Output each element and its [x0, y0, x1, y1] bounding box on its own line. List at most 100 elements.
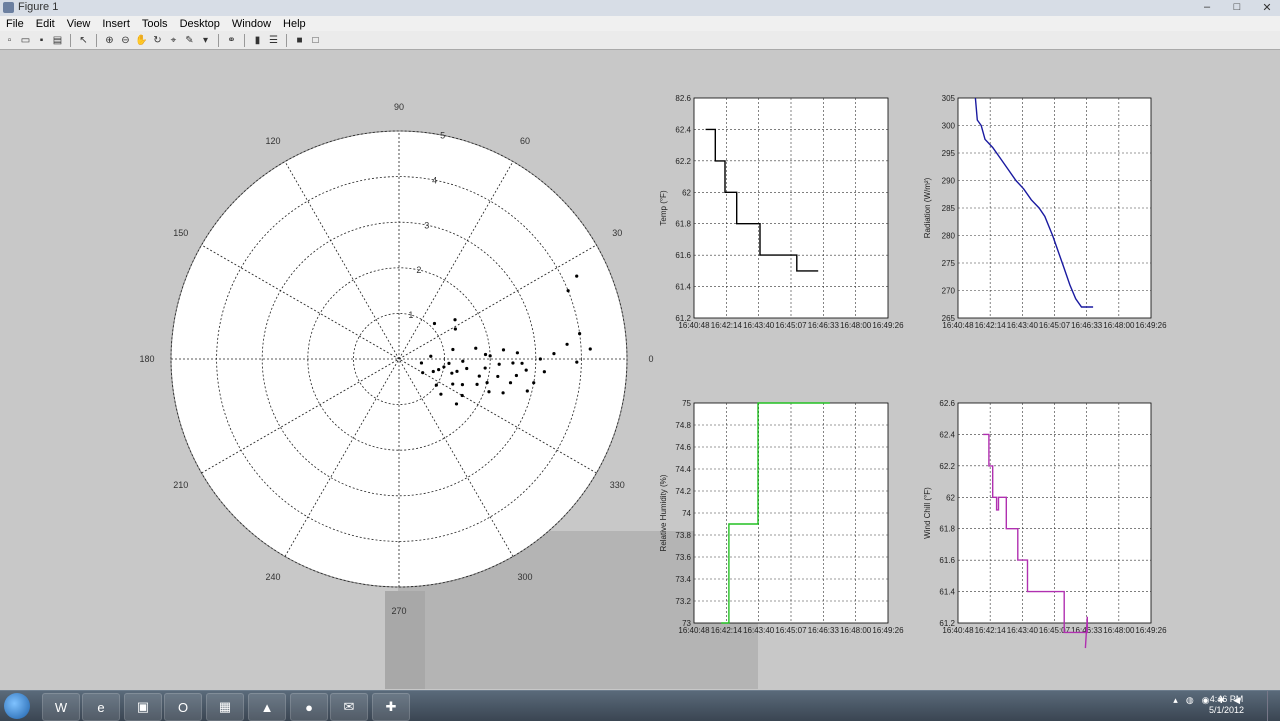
y-tick-label: 82.6 [675, 94, 691, 103]
window-titlebar[interactable]: Figure 1 – □ ✕ [0, 0, 1280, 17]
toolbar-separator [244, 33, 245, 47]
x-tick-label: 16:42:14 [711, 321, 743, 330]
x-tick-label: 16:49:26 [872, 321, 904, 330]
zoom-in-icon[interactable]: ⊕ [103, 34, 116, 47]
y-tick-label: 73.8 [675, 531, 691, 540]
data-point [542, 370, 546, 374]
y-tick-label: 62.6 [939, 399, 955, 408]
show-plot-tools-icon[interactable]: □ [309, 34, 322, 47]
data-point [451, 382, 455, 386]
taskbar-mail-icon[interactable]: ✉ [330, 693, 368, 721]
colorbar-icon[interactable]: ▮ [251, 34, 264, 47]
y-tick-label: 300 [942, 122, 956, 131]
data-point [474, 346, 478, 350]
x-tick-label: 16:42:14 [975, 626, 1007, 635]
polar-radial-label: 2 [416, 265, 421, 275]
data-point [532, 381, 536, 385]
close-button[interactable]: ✕ [1260, 1, 1274, 14]
taskbar-outlook-icon[interactable]: O [164, 693, 202, 721]
y-tick-label: 74.8 [675, 421, 691, 430]
taskbar-tools-icon[interactable]: ✚ [372, 693, 410, 721]
open-file-icon[interactable]: ▭ [19, 34, 32, 47]
data-point [475, 382, 479, 386]
menu-desktop[interactable]: Desktop [180, 18, 220, 30]
x-tick-label: 16:40:48 [678, 321, 710, 330]
clock-time: 4:46 PM [1209, 694, 1244, 704]
x-tick-label: 16:49:26 [1135, 626, 1167, 635]
menu-edit[interactable]: Edit [36, 18, 55, 30]
taskbar-matlab-icon[interactable]: ▲ [248, 693, 286, 721]
x-tick-label: 16:45:07 [775, 321, 807, 330]
menu-help[interactable]: Help [283, 18, 306, 30]
menu-view[interactable]: View [67, 18, 91, 30]
y-tick-label: 61.4 [675, 283, 691, 292]
print-icon[interactable]: ▤ [51, 34, 64, 47]
polar-angle-label: 330 [610, 480, 625, 490]
polar-radial-label: 5 [440, 130, 445, 140]
polar-radial-label: 1 [408, 310, 413, 320]
y-tick-label: 61.6 [939, 556, 955, 565]
brush-icon[interactable]: ✎ [183, 34, 196, 47]
taskbar-media-icon[interactable]: ● [290, 693, 328, 721]
y-tick-label: 61.8 [675, 220, 691, 229]
data-point [552, 351, 556, 356]
data-point [483, 366, 487, 370]
taskbar-image-viewer-icon[interactable]: ▦ [206, 693, 244, 721]
data-point [442, 365, 446, 369]
menu-file[interactable]: File [6, 18, 24, 30]
taskbar-ie-icon[interactable]: e [82, 693, 120, 721]
save-icon[interactable]: ▪ [35, 34, 48, 47]
menu-tools[interactable]: Tools [142, 18, 168, 30]
polar-angle-label: 150 [173, 228, 188, 238]
start-button[interactable] [4, 693, 30, 719]
toolbar-separator [96, 33, 97, 47]
zoom-out-icon[interactable]: ⊖ [119, 34, 132, 47]
y-tick-label: 270 [942, 287, 956, 296]
toolbar-separator [286, 33, 287, 47]
hide-plot-tools-icon[interactable]: ■ [293, 34, 306, 47]
menu-window[interactable]: Window [232, 18, 271, 30]
polar-angle-label: 270 [391, 606, 406, 616]
data-cursor-icon[interactable]: ⌖ [167, 34, 180, 47]
x-tick-label: 16:40:48 [942, 321, 974, 330]
x-tick-label: 16:46:33 [808, 321, 840, 330]
data-point [451, 347, 455, 352]
edit-plot-arrow-icon[interactable]: ↖ [77, 34, 90, 47]
show-desktop-button[interactable] [1267, 691, 1280, 721]
taskbar-explorer-icon[interactable]: ▣ [124, 693, 162, 721]
network-icon[interactable]: ◍ [1186, 695, 1194, 706]
maximize-button[interactable]: □ [1230, 1, 1244, 14]
data-point [460, 393, 464, 398]
x-tick-label: 16:45:07 [1039, 626, 1071, 635]
y-tick-label: 62 [682, 188, 691, 197]
x-tick-label: 16:45:07 [1039, 321, 1071, 330]
data-point [419, 361, 424, 365]
menu-insert[interactable]: Insert [102, 18, 130, 30]
x-tick-label: 16:43:40 [743, 626, 775, 635]
rotate-3d-icon[interactable]: ↻ [151, 34, 164, 47]
data-point [520, 361, 524, 365]
legend-icon[interactable]: ☰ [267, 34, 280, 47]
x-tick-label: 16:43:40 [1007, 321, 1039, 330]
system-clock[interactable]: 4:46 PM 5/1/2012 [1209, 694, 1244, 716]
new-figure-icon[interactable]: ▫ [3, 34, 16, 47]
polar-angle-label: 30 [612, 228, 622, 238]
data-point [429, 354, 433, 358]
temp-subplot: 82.662.462.26261.861.661.461.216:40:48 16… [659, 94, 904, 330]
x-tick-label: 16:40:48 [942, 626, 974, 635]
y-tick-label: 62 [946, 493, 955, 502]
brush-dropdown-icon[interactable]: ▾ [199, 34, 212, 47]
x-tick-label: 16:48:00 [840, 321, 872, 330]
data-point [578, 332, 582, 336]
minimize-button[interactable]: – [1200, 1, 1214, 14]
y-tick-label: 74.4 [675, 465, 691, 474]
taskbar-word-icon[interactable]: W [42, 693, 80, 721]
data-point [485, 381, 489, 385]
pan-hand-icon[interactable]: ✋ [135, 34, 148, 47]
x-tick-label: 16:42:14 [975, 321, 1007, 330]
data-point [524, 368, 528, 372]
toolbar-separator [218, 33, 219, 47]
link-plot-icon[interactable]: ⚭ [225, 34, 238, 47]
tray-expand-icon[interactable]: ▴ [1173, 695, 1178, 706]
data-point [566, 289, 570, 293]
